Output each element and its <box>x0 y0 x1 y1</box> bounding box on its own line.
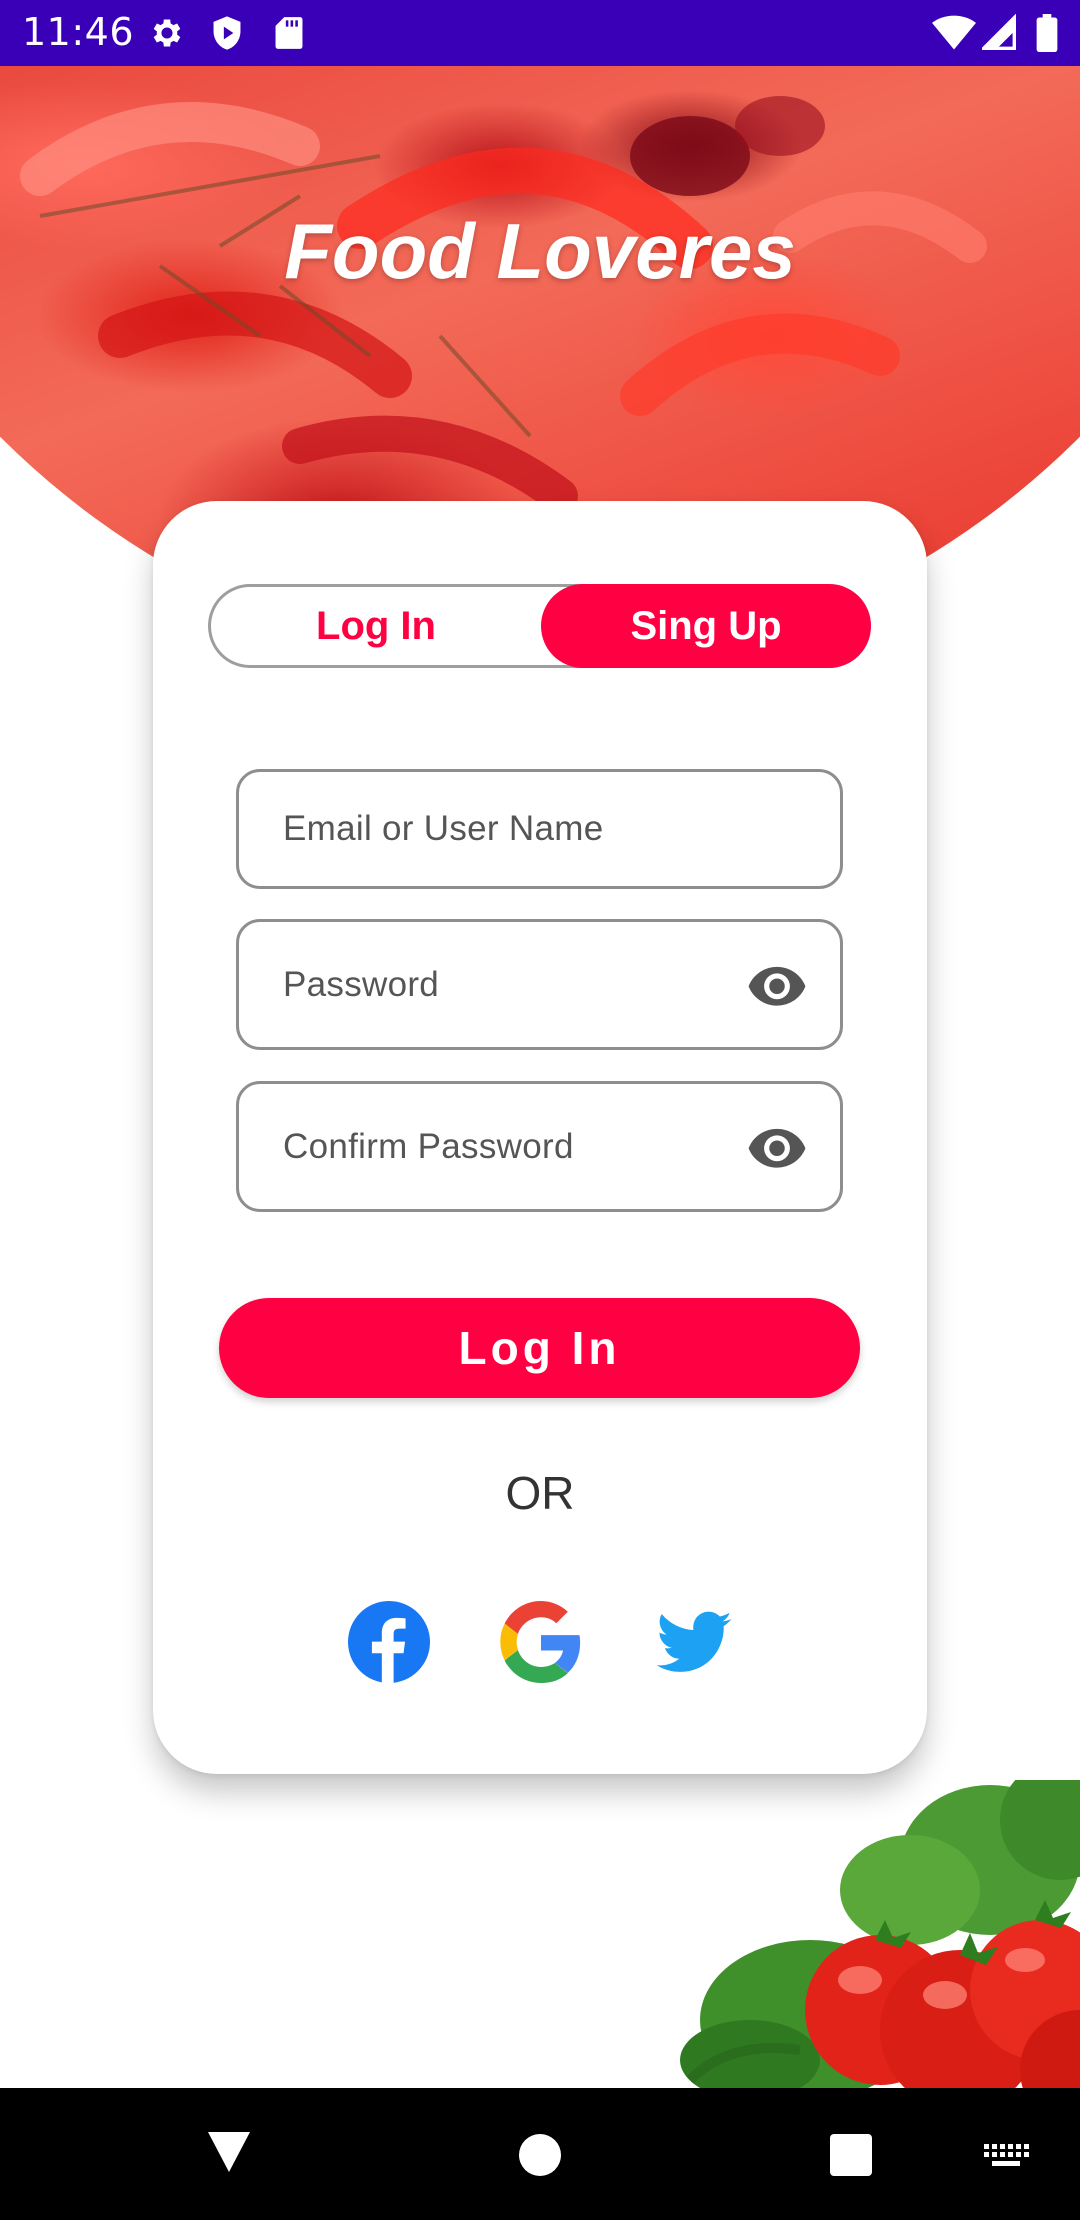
keyboard-icon[interactable] <box>982 2142 1030 2170</box>
status-bar: 11:46 <box>0 0 1080 66</box>
eye-icon[interactable] <box>746 954 808 1016</box>
email-field[interactable]: Email or User Name <box>236 769 843 889</box>
signal-icon <box>982 14 1016 50</box>
recents-icon[interactable] <box>830 2134 872 2176</box>
status-time: 11:46 <box>22 10 135 54</box>
tab-signup[interactable]: Sing Up <box>541 584 871 668</box>
navigation-bar <box>0 2088 1080 2220</box>
auth-card: Log In Sing Up Email or User Name Passwo… <box>153 501 927 1774</box>
google-icon[interactable] <box>500 1601 582 1683</box>
email-placeholder: Email or User Name <box>283 809 604 848</box>
auth-toggle: Log In Sing Up <box>208 584 871 668</box>
confirm-password-placeholder: Confirm Password <box>283 1126 574 1166</box>
facebook-icon[interactable] <box>348 1601 430 1683</box>
gear-icon <box>153 19 181 47</box>
twitter-icon[interactable] <box>653 1601 735 1683</box>
battery-icon <box>1036 14 1058 52</box>
sd-card-icon <box>275 17 303 49</box>
home-icon[interactable] <box>519 2134 561 2176</box>
or-divider: OR <box>505 1467 575 1519</box>
password-field[interactable]: Password <box>236 919 843 1050</box>
login-button[interactable]: Log In <box>219 1298 860 1398</box>
shield-icon <box>213 16 241 50</box>
password-placeholder: Password <box>283 964 440 1004</box>
wifi-icon <box>932 15 976 50</box>
tab-login[interactable]: Log In <box>211 587 541 665</box>
eye-icon[interactable] <box>746 1116 808 1178</box>
back-icon[interactable] <box>206 2130 252 2174</box>
vegetables-image <box>680 1780 1080 2088</box>
confirm-password-field[interactable]: Confirm Password <box>236 1081 843 1212</box>
app-title: Food Loveres <box>284 207 796 295</box>
